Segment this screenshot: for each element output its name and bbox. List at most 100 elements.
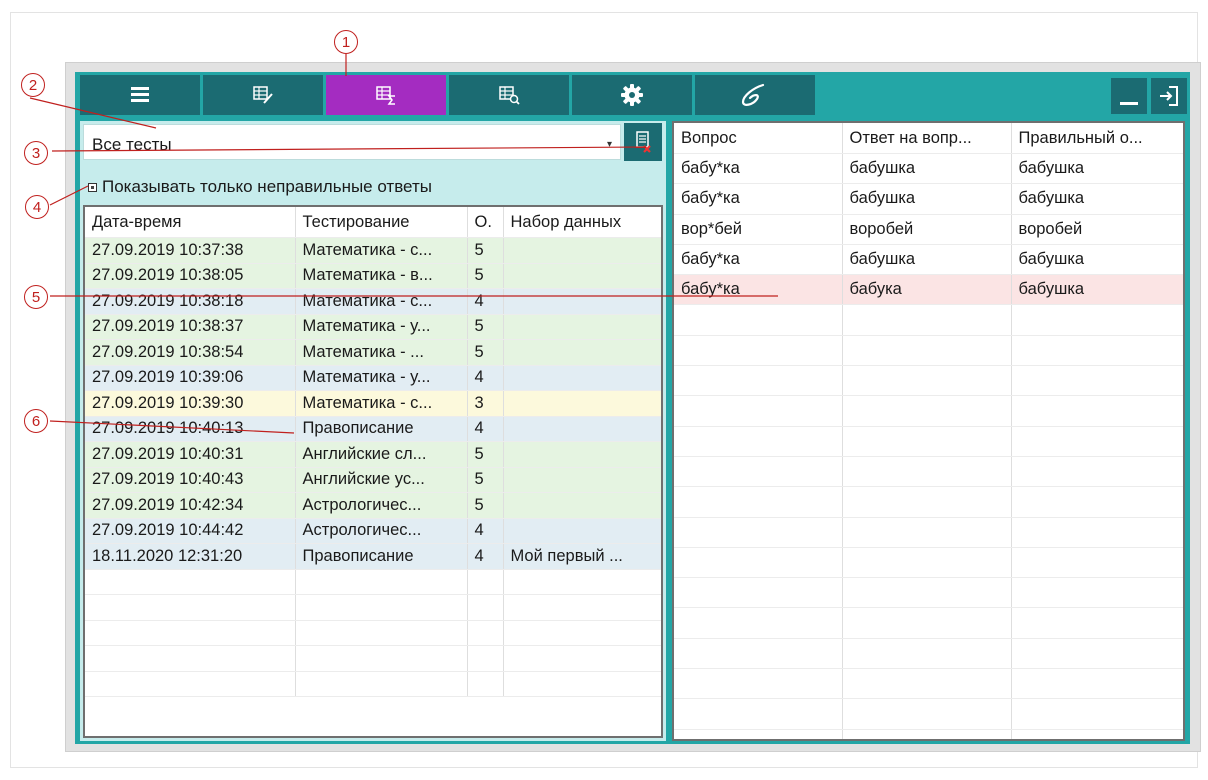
column-header-score[interactable]: О.	[467, 207, 504, 238]
cell-answer: бабушка	[842, 244, 1012, 276]
cell-score: 5	[467, 314, 504, 340]
empty-cell	[674, 547, 843, 579]
table-row[interactable]: 27.09.2019 10:42:34 Астрологичес... 5	[85, 492, 661, 519]
empty-cell	[842, 486, 1012, 518]
table-sum-icon	[376, 86, 395, 105]
column-header-dataset[interactable]: Набор данных	[503, 207, 661, 238]
empty-cell	[503, 620, 661, 646]
cell-score: 5	[467, 263, 504, 289]
chevron-down-icon[interactable]: ▾	[607, 139, 612, 150]
test-filter-select[interactable]: Все тесты ▾	[83, 124, 621, 160]
table-search-icon	[499, 86, 520, 105]
empty-cell	[674, 395, 843, 427]
exit-button[interactable]	[1151, 78, 1187, 114]
column-header-question[interactable]: Вопрос	[674, 123, 843, 154]
signature-icon	[741, 83, 765, 106]
cell-datetime: 27.09.2019 10:42:34	[85, 492, 296, 519]
cell-score: 5	[467, 492, 504, 519]
empty-row	[674, 577, 1183, 609]
table-row[interactable]: 27.09.2019 10:44:42 Астрологичес... 4	[85, 518, 661, 544]
cell-score: 4	[467, 416, 504, 442]
column-header-answer[interactable]: Ответ на вопр...	[842, 123, 1012, 154]
cell-test: Астрологичес...	[295, 518, 468, 544]
empty-cell	[842, 668, 1012, 700]
cell-dataset	[503, 518, 661, 544]
cell-datetime: 27.09.2019 10:38:18	[85, 288, 296, 315]
toolbar-button-settings[interactable]	[572, 75, 692, 115]
empty-cell	[1011, 577, 1183, 609]
table-row[interactable]: бабу*ка бабушка бабушка	[674, 244, 1183, 276]
cell-test: Математика - ...	[295, 339, 468, 366]
empty-cell	[842, 729, 1012, 739]
checkbox-box[interactable]	[88, 182, 97, 192]
table-row[interactable]: 27.09.2019 10:40:13 Правописание 4	[85, 416, 661, 442]
column-header-datetime[interactable]: Дата-время	[85, 207, 296, 238]
empty-row	[674, 365, 1183, 397]
empty-cell	[85, 569, 296, 595]
table-row[interactable]: 27.09.2019 10:37:38 Математика - с... 5	[85, 237, 661, 264]
cell-score: 5	[467, 237, 504, 264]
clear-filter-button[interactable]	[624, 123, 662, 161]
table-row[interactable]: бабу*ка бабушка бабушка	[674, 153, 1183, 185]
toolbar-button-search[interactable]	[449, 75, 569, 115]
toolbar-button-results[interactable]	[326, 75, 446, 115]
column-header-correct[interactable]: Правильный о...	[1011, 123, 1183, 154]
empty-cell	[295, 671, 468, 697]
toolbar-button-about[interactable]	[695, 75, 815, 115]
cell-datetime: 27.09.2019 10:44:42	[85, 518, 296, 544]
cell-question: бабу*ка	[674, 183, 843, 215]
toolbar-button-edit-tests[interactable]	[203, 75, 323, 115]
empty-cell	[467, 671, 504, 697]
callout-2: 2	[21, 73, 45, 97]
column-header-test[interactable]: Тестирование	[295, 207, 468, 238]
results-panel: Все тесты ▾ Показывать только неправильн…	[80, 121, 666, 741]
table-row[interactable]: 27.09.2019 10:38:18 Математика - с... 4	[85, 288, 661, 315]
show-wrong-only-checkbox[interactable]: Показывать только неправильные ответы	[88, 176, 432, 198]
cell-score: 4	[467, 518, 504, 544]
cell-question: бабу*ка	[674, 274, 843, 306]
empty-row	[674, 395, 1183, 427]
cell-dataset	[503, 288, 661, 315]
empty-cell	[674, 698, 843, 730]
empty-cell	[503, 569, 661, 595]
cell-test: Математика - у...	[295, 365, 468, 391]
cell-test: Правописание	[295, 416, 468, 442]
table-row[interactable]: 27.09.2019 10:40:31 Английские сл... 5	[85, 441, 661, 468]
callout-1: 1	[334, 30, 358, 54]
table-row[interactable]: бабу*ка бабушка бабушка	[674, 183, 1183, 215]
table-row[interactable]: 27.09.2019 10:40:43 Английские ус... 5	[85, 467, 661, 493]
minimize-button[interactable]	[1111, 78, 1147, 114]
empty-cell	[842, 517, 1012, 548]
table-row[interactable]: 27.09.2019 10:38:37 Математика - у... 5	[85, 314, 661, 340]
empty-row	[674, 335, 1183, 367]
toolbar-button-list[interactable]	[80, 75, 200, 115]
callout-5: 5	[24, 285, 48, 309]
empty-cell	[674, 304, 843, 336]
toolbar	[75, 72, 1190, 118]
table-row[interactable]: 27.09.2019 10:39:06 Математика - у... 4	[85, 365, 661, 391]
table-row[interactable]: 27.09.2019 10:38:05 Математика - в... 5	[85, 263, 661, 289]
cell-correct: бабушка	[1011, 244, 1183, 276]
table-row[interactable]: бабу*ка бабука бабушка	[674, 274, 1183, 306]
empty-row	[674, 426, 1183, 457]
callout-6: 6	[24, 409, 48, 433]
empty-cell	[1011, 395, 1183, 427]
cell-test: Астрологичес...	[295, 492, 468, 519]
table-row[interactable]: вор*бей воробей воробей	[674, 214, 1183, 245]
empty-cell	[842, 638, 1012, 670]
table-row[interactable]: 27.09.2019 10:38:54 Математика - ... 5	[85, 339, 661, 366]
answers-table-header: Вопрос Ответ на вопр... Правильный о...	[674, 123, 1183, 154]
empty-row	[674, 668, 1183, 700]
cell-datetime: 27.09.2019 10:40:31	[85, 441, 296, 468]
cell-score: 4	[467, 543, 504, 570]
cell-datetime: 27.09.2019 10:38:37	[85, 314, 296, 340]
empty-cell	[842, 456, 1012, 488]
cell-answer: воробей	[842, 214, 1012, 245]
cell-test: Математика - в...	[295, 263, 468, 289]
table-row[interactable]: 27.09.2019 10:39:30 Математика - с... 3	[85, 390, 661, 417]
empty-cell	[503, 594, 661, 621]
cell-datetime: 27.09.2019 10:40:13	[85, 416, 296, 442]
cell-test: Математика - с...	[295, 237, 468, 264]
callout-4: 4	[25, 195, 49, 219]
table-row[interactable]: 18.11.2020 12:31:20 Правописание 4 Мой перв…	[85, 543, 661, 570]
